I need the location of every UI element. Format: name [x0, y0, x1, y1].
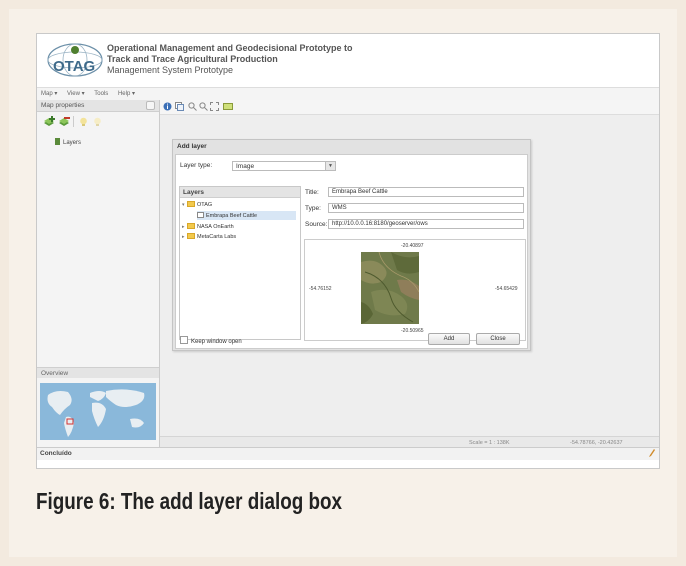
keep-window-open-label: Keep window open: [191, 339, 242, 345]
tree-node-otag[interactable]: ▾ OTAG: [182, 201, 212, 208]
tree-node-nasa-label: NASA OnEarth: [197, 224, 234, 230]
overview-header: Overview: [37, 367, 159, 378]
status-bar: Concluído: [37, 447, 659, 460]
add-layer-dialog: Add layer Layer type: Image ▼ Layers ▾ OT…: [172, 139, 531, 351]
collapse-panel-button[interactable]: [146, 101, 155, 110]
dialog-title: Add layer: [177, 143, 207, 150]
chevron-down-icon[interactable]: ▼: [325, 162, 335, 170]
layers-tree-item[interactable]: Layers: [55, 138, 81, 146]
map-properties-panel: Map properties Layers Overview: [37, 100, 160, 447]
tree-node-otag-label: OTAG: [197, 202, 213, 208]
zoom-in-icon[interactable]: [188, 102, 197, 111]
menu-bar: Map ▾ View ▾ Tools Help ▾: [37, 87, 659, 101]
tree-node-nasa[interactable]: ▸ NASA OnEarth: [182, 223, 234, 230]
extent-south: -20.50965: [401, 328, 424, 334]
checkbox-box[interactable]: [180, 336, 188, 344]
folder-icon: [187, 201, 195, 207]
menu-view[interactable]: View ▾: [63, 88, 89, 97]
overview-map[interactable]: [40, 383, 156, 440]
dialog-body: Layer type: Image ▼ Layers ▾ OTAG Embrapa…: [175, 154, 528, 349]
remove-layer-icon[interactable]: [58, 116, 70, 128]
app-title: Operational Management and Geodecisional…: [107, 43, 353, 76]
status-text: Concluído: [40, 450, 72, 457]
measure-icon[interactable]: [223, 103, 233, 110]
pencil-icon[interactable]: [649, 449, 655, 457]
tree-node-metacarta-label: MetaCarta Labs: [197, 234, 237, 240]
layers-item-label: Layers: [63, 140, 82, 146]
tree-node-metacarta[interactable]: ▸ MetaCarta Labs: [182, 233, 236, 240]
app-title-line1: Operational Management and Geodecisional…: [107, 43, 353, 53]
layer-type-value: Image: [236, 163, 255, 170]
layer-type-select[interactable]: Image ▼: [232, 161, 336, 171]
type-field[interactable]: WMS: [328, 203, 524, 213]
satellite-preview-image: [361, 252, 419, 324]
layer-icon: [197, 212, 204, 218]
menu-map[interactable]: Map ▾: [37, 88, 61, 97]
map-toolbar: [160, 100, 659, 115]
keep-window-open-checkbox[interactable]: Keep window open: [180, 336, 242, 345]
map-scale: Scale = 1 : 138K: [469, 440, 510, 446]
bulb-icon[interactable]: [79, 117, 88, 127]
app-header: OTAG Operational Management and Geodecis…: [37, 34, 659, 86]
add-layer-icon[interactable]: [43, 116, 55, 128]
map-properties-title: Map properties: [41, 102, 85, 109]
tree-node-embrapa[interactable]: Embrapa Beef Cattle: [197, 211, 296, 220]
menu-tools[interactable]: Tools: [90, 89, 112, 97]
layer-toolbar: [37, 112, 159, 132]
copy-icon[interactable]: [175, 102, 184, 111]
otag-logo: OTAG: [47, 43, 103, 77]
source-field[interactable]: http://10.0.0.16:8180/geoserver/ows: [328, 219, 524, 229]
extent-west: -54.76152: [309, 286, 332, 292]
overview-title: Overview: [41, 370, 69, 377]
app-title-line2: Track and Trace Agricultural Production: [107, 54, 278, 64]
title-label: Title:: [305, 189, 319, 196]
extent-north: -20.40897: [401, 243, 424, 249]
bulb-off-icon[interactable]: [93, 117, 102, 127]
close-button[interactable]: Close: [476, 333, 520, 345]
folder-icon: [187, 223, 195, 229]
extent-east: -54.65429: [495, 286, 518, 292]
layers-tree-header: Layers: [180, 187, 300, 198]
layer-preview: -20.40897 -20.50965 -54.76152 -54.65429: [304, 239, 526, 341]
layers-icon: [55, 138, 60, 145]
layer-type-label: Layer type:: [180, 162, 213, 169]
tree-node-embrapa-label: Embrapa Beef Cattle: [206, 213, 258, 219]
app-title-line3: Management System Prototype: [107, 65, 234, 75]
cursor-coordinates: -54.78766, -20.42637: [570, 440, 623, 446]
title-field[interactable]: Embrapa Beef Cattle: [328, 187, 524, 197]
menu-help[interactable]: Help ▾: [114, 88, 139, 97]
svg-text:OTAG: OTAG: [53, 58, 95, 75]
full-extent-icon[interactable]: [210, 102, 219, 111]
map-properties-header: Map properties: [37, 100, 159, 112]
add-button[interactable]: Add: [428, 333, 470, 345]
source-label: Source:: [305, 221, 328, 228]
zoom-out-icon[interactable]: [199, 102, 208, 111]
folder-icon: [187, 233, 195, 239]
figure-caption: Figure 6: The add layer dialog box: [36, 488, 343, 514]
type-label: Type:: [305, 205, 321, 212]
toolbar-divider: [73, 116, 74, 127]
layers-tree: Layers ▾ OTAG Embrapa Beef Cattle ▸ NASA O…: [179, 186, 301, 340]
info-icon[interactable]: [163, 102, 172, 111]
